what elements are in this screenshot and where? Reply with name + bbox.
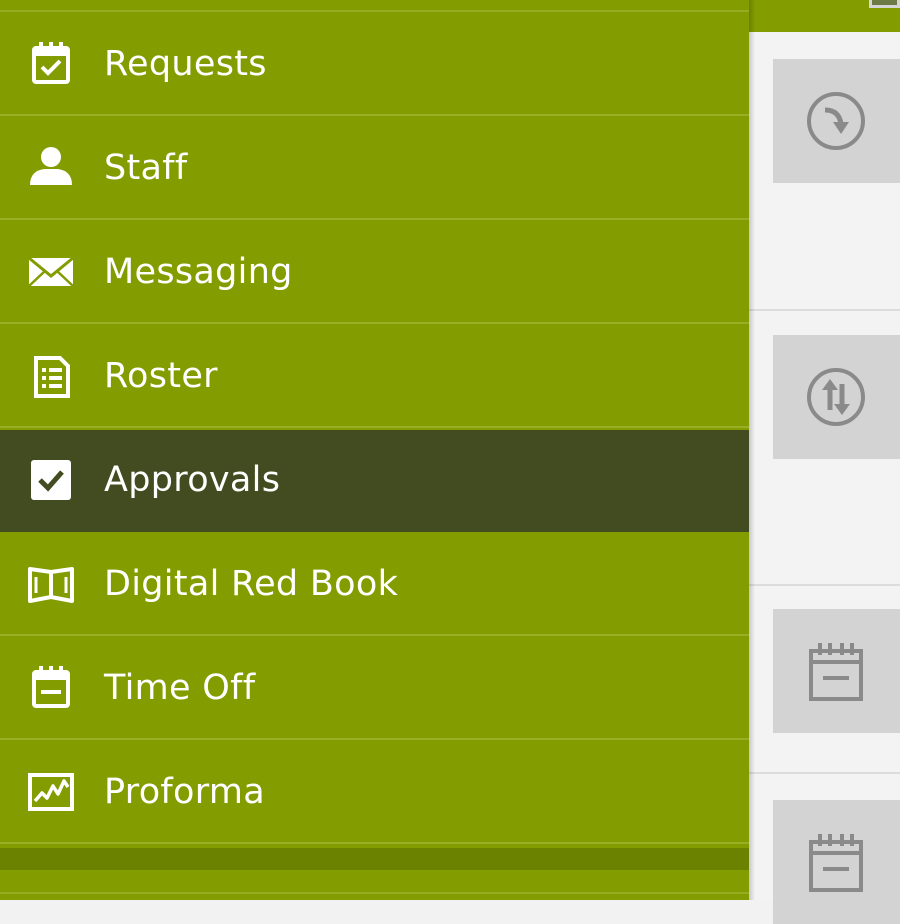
nav-item-label: Proforma [104, 772, 265, 812]
calendar-minus-icon [26, 663, 76, 713]
nav-item-label: Time Off [104, 668, 256, 708]
section-divider [0, 848, 749, 870]
circle-arrow-down-icon [807, 92, 865, 150]
list-item[interactable] [749, 774, 900, 924]
open-book-icon [26, 559, 76, 609]
calendar-minus-icon [809, 643, 863, 701]
nav-item-label: Messaging [104, 252, 293, 292]
nav-item-digital-red-book[interactable]: Digital Red Book [0, 534, 749, 636]
nav-item-staff[interactable]: Staff [0, 118, 749, 220]
nav-item-label: Requests [104, 44, 267, 84]
thumbnail [773, 609, 900, 733]
content-panel [749, 0, 900, 924]
action-bar [749, 0, 900, 32]
nav-item-messaging[interactable]: Messaging [0, 222, 749, 324]
navigation-drawer: Requests Staff Messaging Roster Approval… [0, 0, 749, 900]
envelope-icon [26, 247, 76, 297]
clipboard-list-icon [26, 351, 76, 401]
nav-item-label: Staff [104, 148, 188, 188]
nav-item-approvals[interactable]: Approvals [0, 430, 749, 532]
thumbnail [773, 800, 900, 924]
nav-item-label: Roster [104, 356, 218, 396]
nav-item-requests[interactable]: Requests [0, 14, 749, 116]
circle-swap-arrows-icon [807, 368, 865, 426]
action-bar-button[interactable] [869, 0, 900, 8]
checkbox-icon [26, 455, 76, 505]
nav-item-time-off[interactable]: Time Off [0, 638, 749, 740]
nav-item-label: Digital Red Book [104, 564, 399, 604]
thumbnail [773, 335, 900, 459]
thumbnail [773, 59, 900, 183]
chart-icon [26, 767, 76, 817]
list-item[interactable] [749, 586, 900, 774]
list-item[interactable] [749, 311, 900, 586]
nav-item-proforma[interactable]: Proforma [0, 742, 749, 844]
list-item[interactable] [749, 36, 900, 311]
calendar-check-icon [26, 39, 76, 89]
person-icon [26, 143, 76, 193]
divider [0, 892, 749, 894]
nav-item-label: Approvals [104, 460, 281, 500]
divider [0, 10, 749, 12]
drawer-shadow [749, 0, 755, 900]
calendar-minus-icon [809, 834, 863, 892]
nav-item-roster[interactable]: Roster [0, 326, 749, 428]
